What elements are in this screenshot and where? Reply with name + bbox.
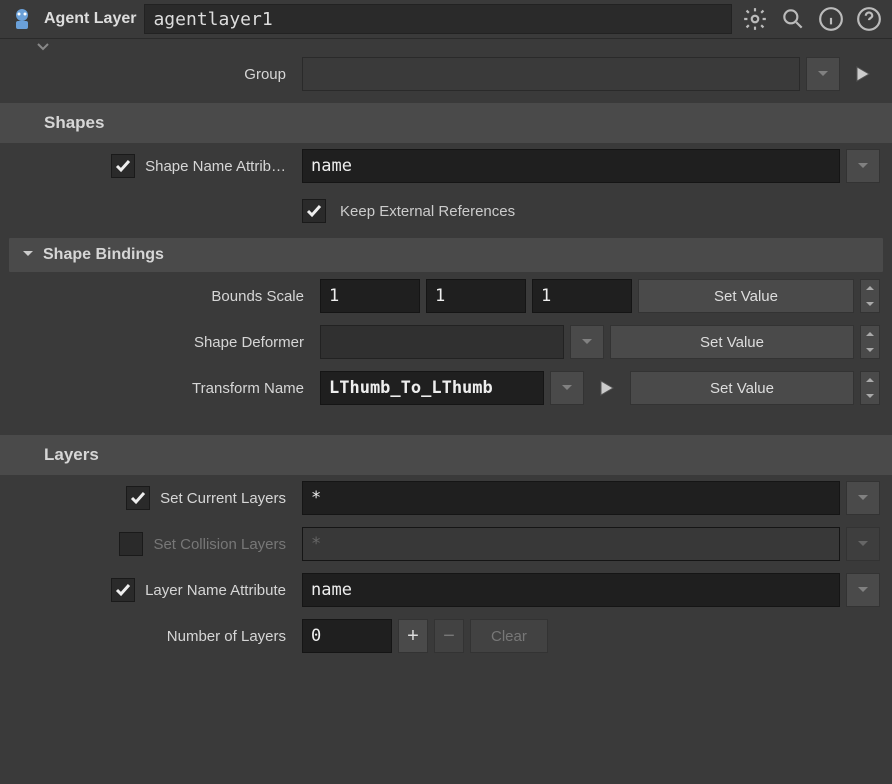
group-row: Group	[0, 51, 892, 97]
number-of-layers-plus[interactable]: +	[398, 619, 428, 653]
shape-deformer-spinner[interactable]	[860, 325, 880, 359]
node-icon	[8, 5, 36, 33]
layers-section-header: Layers	[0, 435, 892, 475]
set-current-layers-row: Set Current Layers	[0, 475, 892, 521]
set-current-layers-label: Set Current Layers	[160, 490, 286, 507]
shape-name-attr-dropdown[interactable]	[846, 149, 880, 183]
group-input[interactable]	[302, 57, 800, 91]
group-dropdown[interactable]	[806, 57, 840, 91]
group-label: Group	[244, 66, 286, 83]
number-of-layers-label: Number of Layers	[167, 628, 286, 645]
header-bar: Agent Layer	[0, 0, 892, 39]
shape-deformer-input[interactable]	[320, 325, 564, 359]
shape-name-attr-row: Shape Name Attrib…	[0, 143, 892, 189]
help-icon[interactable]	[854, 4, 884, 34]
shape-deformer-label: Shape Deformer	[194, 334, 304, 351]
number-of-layers-minus: −	[434, 619, 464, 653]
layer-name-attr-dropdown[interactable]	[846, 573, 880, 607]
shape-name-attr-input[interactable]	[302, 149, 840, 183]
gear-icon[interactable]	[740, 4, 770, 34]
shape-bindings-header[interactable]: Shape Bindings	[8, 237, 884, 273]
bounds-scale-label: Bounds Scale	[211, 288, 304, 305]
bounds-scale-z[interactable]	[532, 279, 632, 313]
set-current-layers-checkbox[interactable]	[126, 486, 150, 510]
transform-name-label: Transform Name	[192, 380, 304, 397]
set-current-layers-input[interactable]	[302, 481, 840, 515]
transform-name-jump-icon[interactable]	[590, 371, 624, 405]
set-collision-layers-input	[302, 527, 840, 561]
transform-name-spinner[interactable]	[860, 371, 880, 405]
bounds-scale-set-value[interactable]: Set Value	[638, 279, 854, 313]
bounds-scale-row: Bounds Scale Set Value	[18, 273, 892, 319]
transform-name-dropdown[interactable]	[550, 371, 584, 405]
set-current-layers-dropdown[interactable]	[846, 481, 880, 515]
number-of-layers-clear: Clear	[470, 619, 548, 653]
node-title: Agent Layer	[44, 10, 136, 28]
set-collision-layers-dropdown	[846, 527, 880, 561]
shape-deformer-dropdown[interactable]	[570, 325, 604, 359]
layer-name-attr-input[interactable]	[302, 573, 840, 607]
shape-name-attr-label: Shape Name Attrib…	[145, 158, 286, 175]
bounds-scale-x[interactable]	[320, 279, 420, 313]
shape-deformer-set-value[interactable]: Set Value	[610, 325, 854, 359]
search-icon[interactable]	[778, 4, 808, 34]
info-icon[interactable]	[816, 4, 846, 34]
transform-name-input[interactable]: LThumb_To_LThumb	[320, 371, 544, 405]
node-name-input[interactable]	[144, 4, 732, 34]
number-of-layers-input[interactable]	[302, 619, 392, 653]
keep-external-label: Keep External References	[340, 203, 515, 220]
layer-name-attr-label: Layer Name Attribute	[145, 582, 286, 599]
group-jump-icon[interactable]	[846, 57, 880, 91]
bounds-scale-y[interactable]	[426, 279, 526, 313]
transform-name-row: Transform Name LThumb_To_LThumb Set Valu…	[18, 365, 892, 411]
keep-external-checkbox[interactable]	[302, 199, 326, 223]
keep-external-row: Keep External References	[0, 189, 892, 233]
shape-bindings-title: Shape Bindings	[43, 246, 164, 264]
set-collision-layers-row: Set Collision Layers	[0, 521, 892, 567]
disclosure-triangle-icon	[21, 249, 35, 261]
set-collision-layers-checkbox[interactable]	[119, 532, 143, 556]
shapes-section-header: Shapes	[0, 103, 892, 143]
set-collision-layers-label: Set Collision Layers	[153, 536, 286, 553]
number-of-layers-row: Number of Layers + − Clear	[0, 613, 892, 659]
layer-name-attr-row: Layer Name Attribute	[0, 567, 892, 613]
layer-name-attr-checkbox[interactable]	[111, 578, 135, 602]
transform-name-value: LThumb_To_LThumb	[321, 378, 543, 398]
menu-chevron-icon[interactable]	[0, 39, 892, 51]
shape-deformer-row: Shape Deformer Set Value	[18, 319, 892, 365]
shape-name-attr-checkbox[interactable]	[111, 154, 135, 178]
transform-name-set-value[interactable]: Set Value	[630, 371, 854, 405]
bounds-scale-spinner[interactable]	[860, 279, 880, 313]
